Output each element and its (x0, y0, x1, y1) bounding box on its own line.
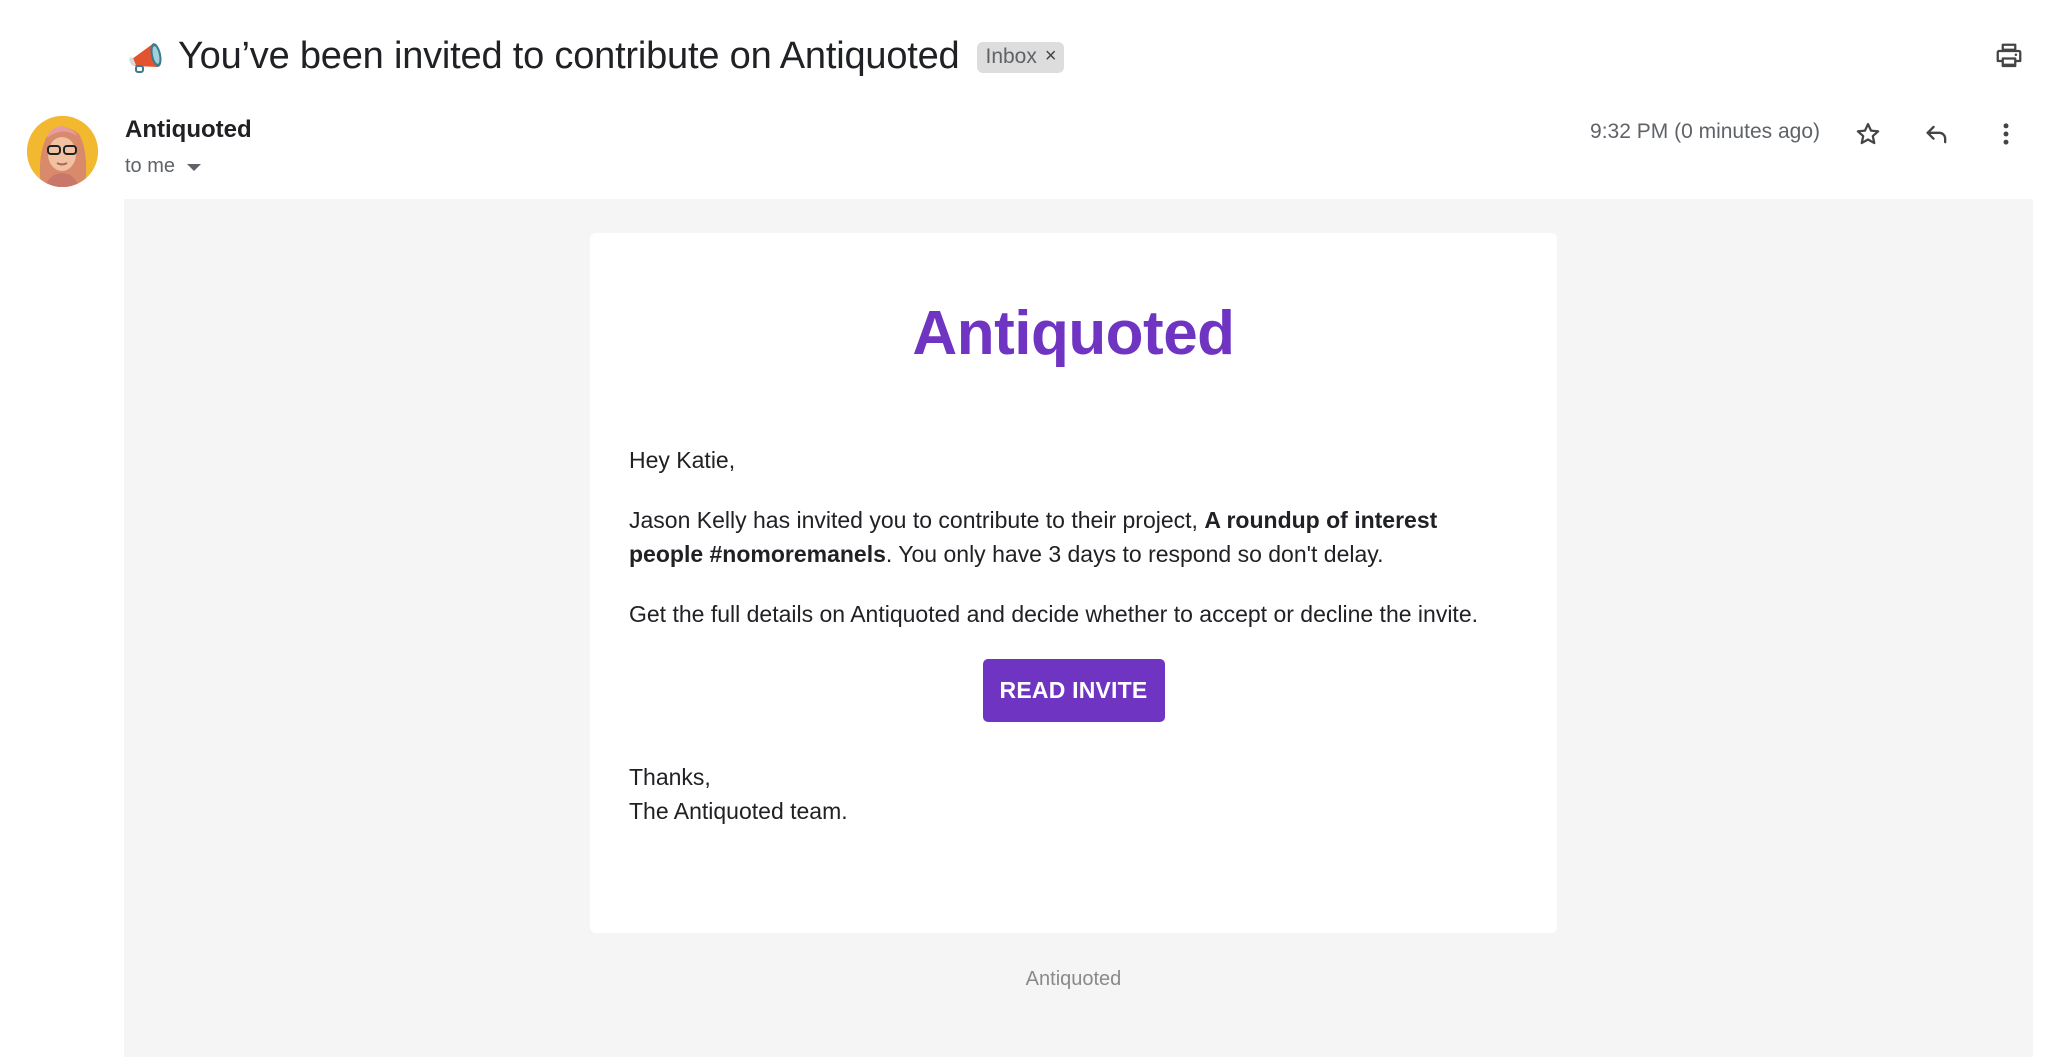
recipient-text: to me (125, 155, 176, 177)
megaphone-icon (124, 33, 170, 79)
reply-icon (1926, 125, 1947, 144)
recipient-line: to me (125, 155, 202, 178)
avatar-photo (27, 116, 98, 187)
signoff-thanks: Thanks, (629, 764, 711, 790)
subject-row: You’ve been invited to contribute on Ant… (124, 28, 1064, 84)
star-button[interactable] (1850, 116, 1886, 152)
remove-label-icon[interactable]: × (1045, 45, 1057, 68)
message-timestamp: 9:32 PM (0 minutes ago) (1590, 120, 1820, 143)
more-options-button[interactable] (1988, 116, 2024, 152)
label-chip-inbox[interactable]: Inbox × (977, 41, 1064, 73)
invite-suffix: . You only have 3 days to respond so don… (885, 541, 1384, 567)
invite-paragraph: Jason Kelly has invited you to contribut… (629, 503, 1489, 571)
signoff: Thanks, The Antiquoted team. (629, 760, 1489, 828)
cta-wrapper: READ INVITE (629, 659, 1489, 722)
brand-logo-text: Antiquoted (912, 299, 1235, 368)
details-paragraph: Get the full details on Antiquoted and d… (629, 601, 1479, 627)
reply-button[interactable] (1919, 116, 1955, 152)
email-subject: You’ve been invited to contribute on Ant… (178, 34, 960, 77)
print-button[interactable] (1993, 40, 2025, 72)
email-view: You’ve been invited to contribute on Ant… (0, 0, 2048, 1057)
greeting: Hey Katie, (629, 447, 736, 473)
recipient-details-dropdown-icon[interactable] (187, 164, 202, 171)
more-vert-icon (2003, 123, 2009, 145)
read-invite-button[interactable]: READ INVITE (982, 659, 1166, 722)
email-content: Hey Katie, Jason Kelly has invited you t… (629, 443, 1489, 828)
footer-brand: Antiquoted (1025, 968, 1122, 990)
label-chip-text: Inbox (985, 44, 1037, 68)
sender-name: Antiquoted (125, 116, 252, 143)
star-icon (1856, 122, 1880, 145)
sender-avatar[interactable] (27, 116, 98, 187)
printer-icon (1996, 43, 2022, 68)
invite-prefix: Jason Kelly has invited you to contribut… (629, 507, 1205, 533)
signoff-team: The Antiquoted team. (629, 798, 848, 824)
